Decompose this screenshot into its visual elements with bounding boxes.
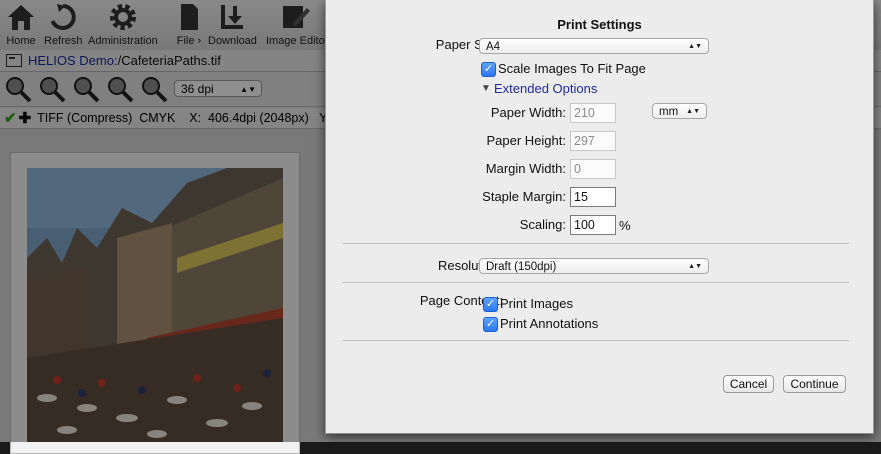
staple-margin-label: Staple Margin: (482, 189, 566, 204)
print-images-label: Print Images (500, 296, 573, 311)
print-annotations-checkbox[interactable]: ✓ (483, 317, 498, 332)
scaling-label: Scaling: (519, 217, 566, 232)
chevron-updown-icon: ▲▼ (688, 263, 702, 270)
paper-width-field[interactable]: 210 (570, 103, 616, 123)
margin-width-label: Margin Width: (485, 161, 566, 176)
separator (342, 282, 849, 283)
scaling-field[interactable]: 100 (570, 215, 616, 235)
resolution-value: Draft (150dpi) (486, 261, 557, 273)
scale-to-fit-checkbox[interactable]: ✓ (481, 62, 496, 77)
separator (342, 243, 849, 244)
separator (342, 340, 849, 341)
print-annotations-label: Print Annotations (500, 316, 599, 331)
resolution-select[interactable]: Draft (150dpi) ▲▼ (479, 258, 709, 274)
margin-width-field[interactable]: 0 (570, 159, 616, 179)
paper-size-select[interactable]: A4 ▲▼ (479, 38, 709, 54)
scaling-unit: % (619, 218, 631, 233)
staple-margin-field[interactable]: 15 (570, 187, 616, 207)
paper-width-label: Paper Width: (490, 105, 566, 120)
paper-height-field[interactable]: 297 (570, 131, 616, 151)
print-settings-dialog: Print Settings Paper Size: A4 ▲▼ ✓ Scale… (325, 0, 874, 434)
paper-height-label: Paper Height: (486, 133, 567, 148)
chevron-updown-icon: ▲▼ (688, 43, 702, 50)
scale-to-fit-label: Scale Images To Fit Page (498, 61, 646, 76)
cancel-button[interactable]: Cancel (723, 375, 774, 393)
chevron-updown-icon: ▲▼ (686, 108, 700, 115)
print-images-checkbox[interactable]: ✓ (483, 297, 498, 312)
unit-select[interactable]: mm ▲▼ (652, 103, 707, 119)
extended-options-toggle[interactable]: Extended Options (494, 81, 597, 96)
unit-value: mm (659, 106, 679, 118)
dialog-title: Print Settings (557, 17, 642, 32)
paper-size-value: A4 (486, 41, 501, 53)
continue-button[interactable]: Continue (783, 375, 846, 393)
disclosure-triangle-icon[interactable]: ▼ (481, 83, 491, 94)
